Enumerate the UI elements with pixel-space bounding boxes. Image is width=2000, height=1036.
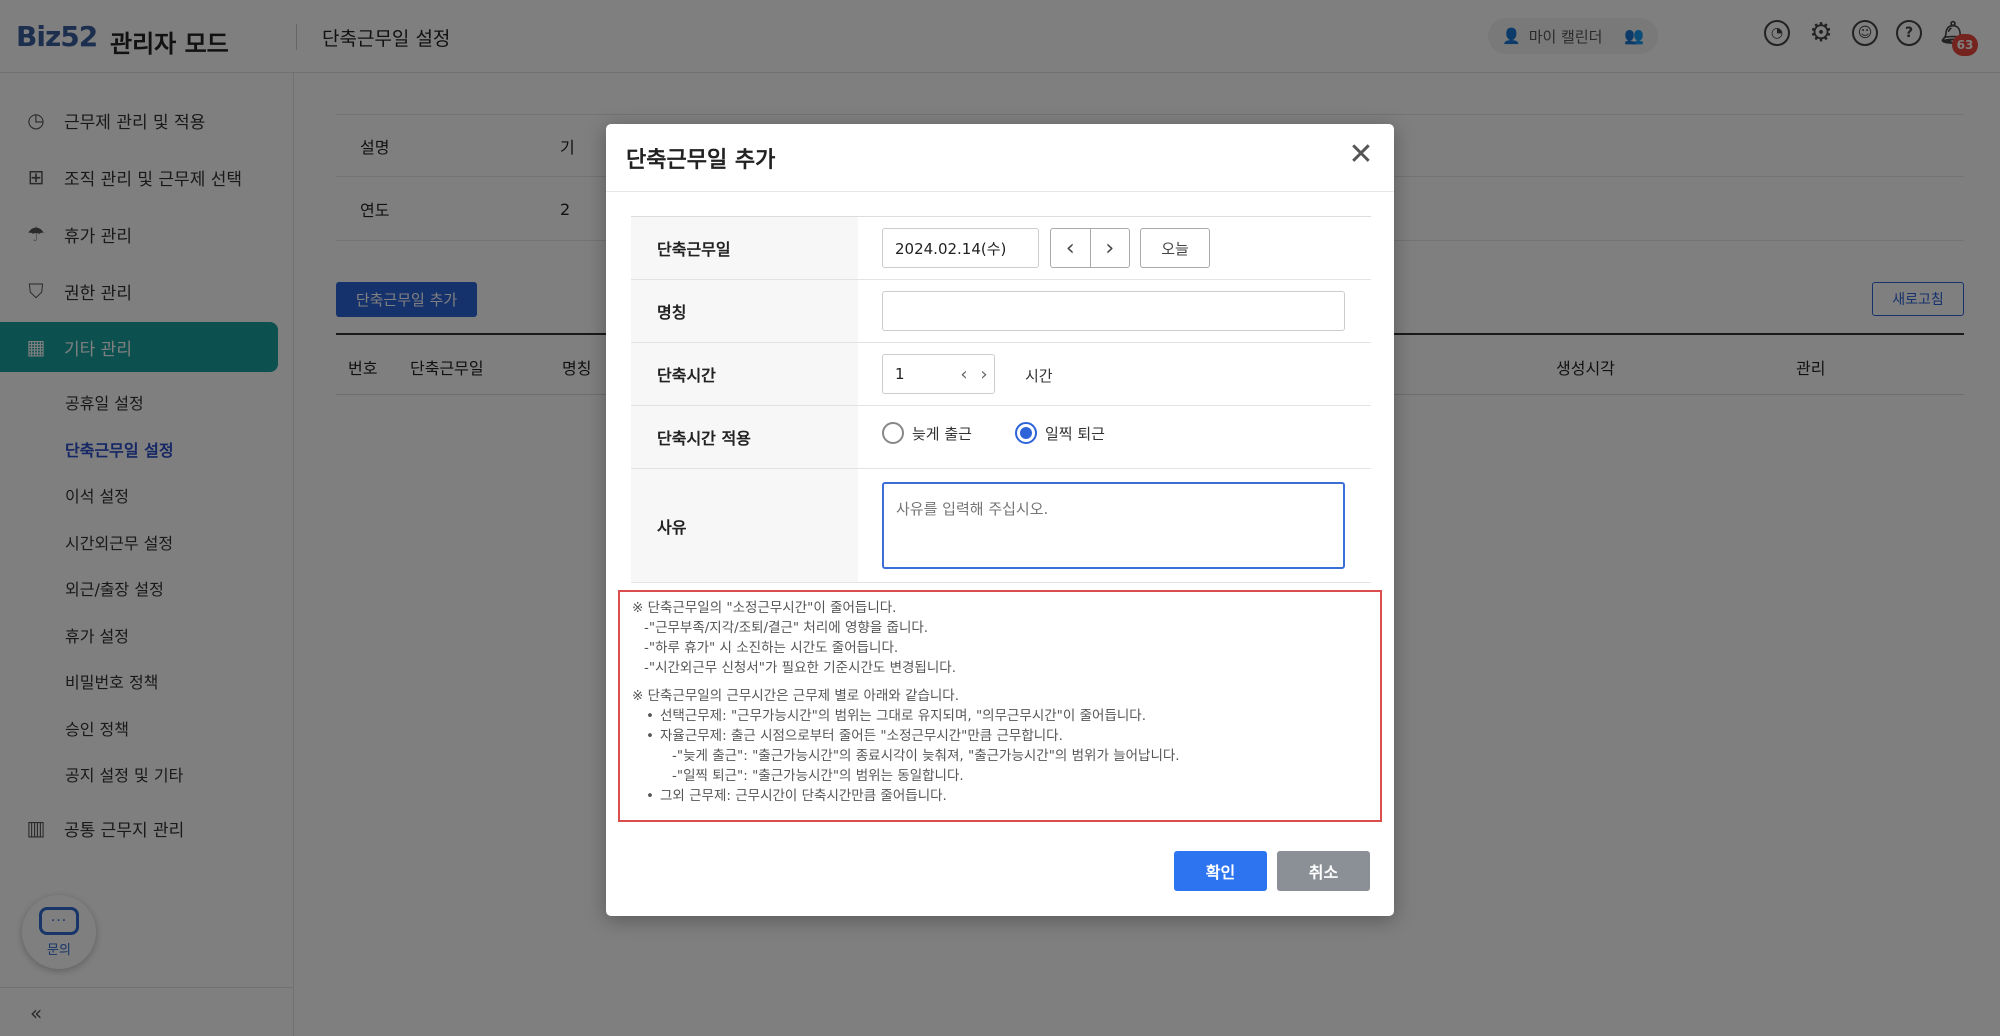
decrement-icon[interactable]: ‹ xyxy=(954,364,974,385)
dialog-header: 단축근무일 추가 ✕ xyxy=(606,124,1394,192)
dialog-title: 단축근무일 추가 xyxy=(626,148,776,173)
reason-label: 사유 xyxy=(631,469,858,582)
name-input[interactable] xyxy=(882,291,1345,331)
notice-bullet: 자율근무제: 출근 시점으로부터 줄어든 "소정근무시간"만큼 근무합니다. xyxy=(632,726,1368,746)
date-nav-group: ‹ › xyxy=(1050,228,1130,268)
close-button[interactable]: ✕ xyxy=(1346,140,1376,170)
notice-line: ※ 단축근무일의 근무시간은 근무제 별로 아래와 같습니다. xyxy=(632,688,960,704)
apply-label: 단축시간 적용 xyxy=(631,406,858,468)
time-label: 단축시간 xyxy=(631,343,858,405)
cancel-button[interactable]: 취소 xyxy=(1277,851,1370,891)
notice-bullet: 그외 근무제: 근무시간이 단축시간만큼 줄어듭니다. xyxy=(632,786,1368,806)
radio-circle[interactable] xyxy=(882,422,904,444)
notice-line: ※ 단축근무일의 "소정근무시간"이 줄어듭니다. xyxy=(632,600,897,616)
prev-date-button[interactable]: ‹ xyxy=(1051,229,1090,267)
close-icon: ✕ xyxy=(1348,137,1374,172)
notice-line: -"근무부족/지각/조퇴/결근" 처리에 영향을 줍니다. xyxy=(644,620,929,636)
time-stepper[interactable]: 1 ‹ › xyxy=(882,354,995,394)
today-button[interactable]: 오늘 xyxy=(1140,228,1210,268)
name-label: 명칭 xyxy=(631,280,858,342)
radio-circle-checked[interactable] xyxy=(1015,422,1037,444)
form-row-name: 명칭 xyxy=(631,280,1371,343)
notice-gap xyxy=(632,678,1368,686)
notice-line: -"하루 휴가" 시 소진하는 시간도 줄어듭니다. xyxy=(644,640,899,656)
date-field[interactable]: 2024.02.14(수) xyxy=(882,228,1039,268)
reason-textarea[interactable] xyxy=(882,482,1345,569)
date-label: 단축근무일 xyxy=(631,217,858,279)
chevron-left-icon: ‹ xyxy=(1065,235,1075,261)
radio-label: 늦게 출근 xyxy=(912,424,972,443)
confirm-button[interactable]: 확인 xyxy=(1174,851,1267,891)
form-row-date: 단축근무일 2024.02.14(수) ‹ › 오늘 xyxy=(631,217,1371,280)
notice-line: -"일찍 퇴근": "출근가능시간"의 범위는 동일합니다. xyxy=(672,768,964,784)
notice-line: -"늦게 출근": "출근가능시간"의 종료시각이 늦춰져, "출근가능시간"의… xyxy=(672,748,1180,764)
form-row-reason: 사유 xyxy=(631,469,1371,583)
radio-label: 일찍 퇴근 xyxy=(1045,424,1105,443)
notice-line: -"시간외근무 신청서"가 필요한 기준시간도 변경됩니다. xyxy=(644,660,956,676)
add-short-workday-dialog: 단축근무일 추가 ✕ 단축근무일 2024.02.14(수) ‹ › 오늘 명칭… xyxy=(606,124,1394,916)
chevron-right-icon: › xyxy=(1105,235,1115,261)
short-workday-form: 단축근무일 2024.02.14(수) ‹ › 오늘 명칭 단축시간 1 ‹ ›… xyxy=(631,216,1371,583)
notice-box: ※ 단축근무일의 "소정근무시간"이 줄어듭니다. -"근무부족/지각/조퇴/결… xyxy=(618,590,1382,822)
notice-bullet: 선택근무제: "근무가능시간"의 범위는 그대로 유지되며, "의무근무시간"이… xyxy=(632,706,1368,726)
radio-late-start[interactable]: 늦게 출근 xyxy=(882,422,972,444)
form-row-time: 단축시간 1 ‹ › 시간 xyxy=(631,343,1371,406)
radio-early-leave[interactable]: 일찍 퇴근 xyxy=(1015,422,1105,444)
increment-icon[interactable]: › xyxy=(974,364,994,385)
time-unit: 시간 xyxy=(1025,367,1053,385)
form-row-apply: 단축시간 적용 늦게 출근 일찍 퇴근 xyxy=(631,406,1371,469)
time-value[interactable]: 1 xyxy=(895,365,954,383)
next-date-button[interactable]: › xyxy=(1089,229,1130,267)
